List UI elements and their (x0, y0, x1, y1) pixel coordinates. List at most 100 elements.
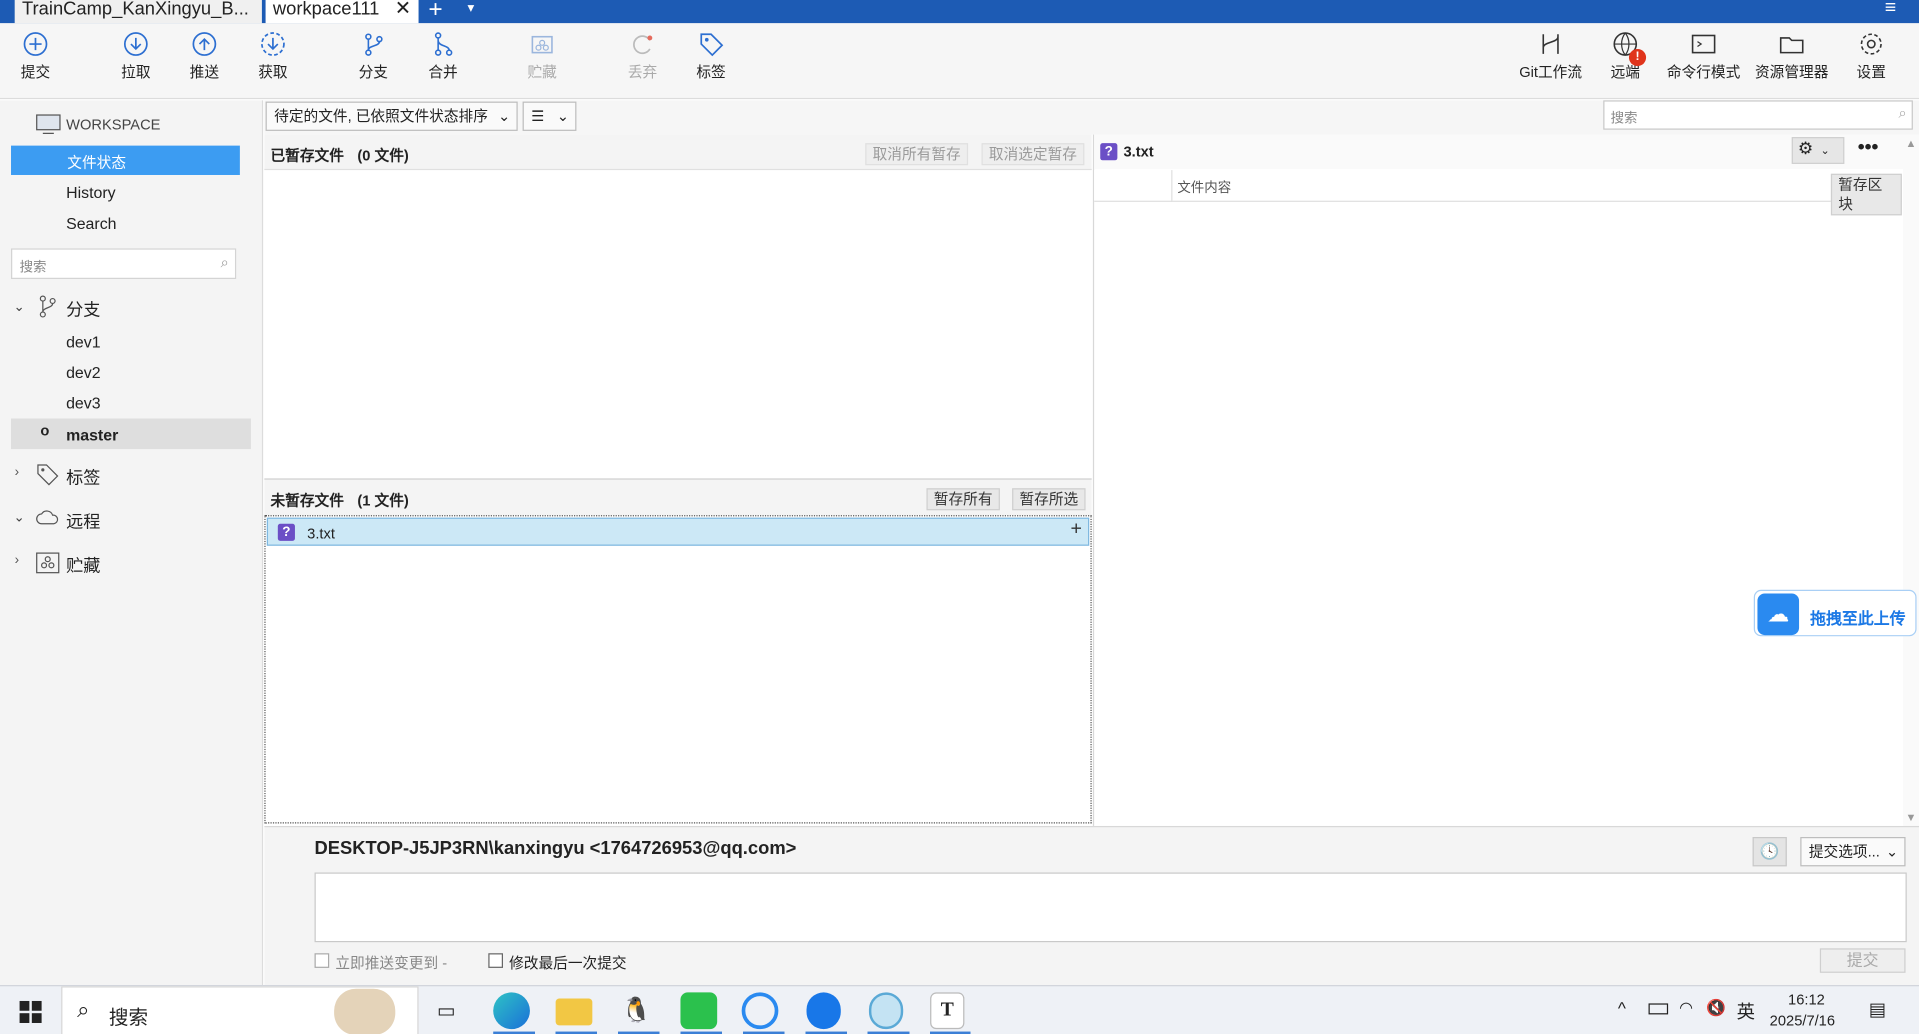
push-now-label: 立即推送变更到 - (335, 954, 448, 972)
explorer-button[interactable]: 资源管理器 (1753, 31, 1831, 82)
tab-repo-2[interactable]: workpace111 ✕ (265, 0, 419, 24)
search-icon: ⌕ (220, 253, 229, 271)
chevron-right-icon[interactable]: › (15, 553, 19, 568)
commit-message-input[interactable] (314, 872, 1907, 943)
branch-master-row[interactable]: o master (11, 418, 251, 450)
maps-icon[interactable] (806, 992, 841, 1030)
qq-icon[interactable]: 🐧 (618, 992, 655, 1029)
typora-icon[interactable]: T (930, 992, 965, 1030)
edge-browser-icon[interactable] (493, 992, 530, 1030)
chat-app-icon[interactable] (741, 992, 779, 1030)
diff-scrollbar[interactable]: ▲ ▼ (1903, 134, 1919, 826)
stage-file-plus-icon[interactable]: + (1070, 519, 1081, 541)
terminal-button[interactable]: 命令行模式 (1664, 31, 1742, 82)
tab-list-chevron-icon[interactable]: ▾ (468, 0, 475, 16)
unstaged-header: 未暂存文件 (1 文件) 暂存所有 暂存所选 (264, 479, 1092, 516)
clock-date[interactable]: 2025/7/16 (1770, 1012, 1835, 1029)
splitter[interactable] (1092, 134, 1095, 826)
tray-chevron-icon[interactable]: ^ (1618, 999, 1626, 1019)
gear-icon (1860, 33, 1882, 55)
tags-section[interactable]: 标签 (66, 465, 100, 489)
unstage-all-button[interactable]: 取消所有暂存 (865, 143, 969, 166)
stash-button[interactable]: 贮藏 (508, 31, 577, 82)
tag-button[interactable]: 标签 (677, 31, 746, 82)
volume-muted-icon[interactable]: 🔇 (1706, 999, 1726, 1019)
pull-button[interactable]: 拉取 (102, 31, 171, 82)
chevron-down-icon[interactable]: ⌄ (13, 299, 24, 315)
unstage-selected-button[interactable]: 取消选定暂存 (981, 143, 1085, 166)
merge-icon (434, 32, 453, 56)
stage-selected-button[interactable]: 暂存所选 (1012, 488, 1086, 511)
diff-options-dropdown[interactable]: ⚙ ⌄ (1791, 137, 1845, 164)
upload-widget[interactable]: ☁ 拖拽至此上传 (1753, 589, 1917, 637)
wechat-icon[interactable] (680, 992, 718, 1030)
view-mode-dropdown[interactable]: ☰ ⌄ (522, 101, 577, 131)
tag-icon (700, 33, 724, 57)
push-now-checkbox[interactable] (314, 953, 330, 968)
file-explorer-icon[interactable] (555, 998, 593, 1026)
remotes-section[interactable]: 远程 (66, 509, 100, 533)
notifications-icon[interactable]: ▤ (1869, 999, 1886, 1021)
commit-author: DESKTOP-J5JP3RN\kanxingyu <1764726953@qq… (314, 838, 797, 860)
menu-icon[interactable]: ≡ (1885, 0, 1896, 20)
wifi-icon[interactable]: ◠ (1679, 999, 1693, 1019)
taskbar-search-box[interactable]: ⌕ 搜索 (61, 986, 419, 1034)
branch-icon (39, 295, 56, 318)
close-icon[interactable]: ✕ (395, 0, 411, 20)
fetch-button[interactable]: 获取 (239, 31, 308, 82)
clock-time[interactable]: 16:12 (1788, 991, 1825, 1008)
clock-icon[interactable]: 🕓 (1752, 836, 1787, 867)
amend-checkbox[interactable] (488, 953, 504, 968)
branch-dev1[interactable]: dev1 (66, 333, 101, 351)
commit-button[interactable]: 提交 (1, 31, 70, 82)
staged-file-list[interactable] (264, 171, 1092, 479)
toolbar: 提交 拉取 推送 获取 分支 合并 贮藏 丢弃 标签 Git工作流 远端 ! 命… (0, 23, 1919, 100)
untracked-file-icon: ? (277, 523, 295, 541)
windows-start-icon[interactable] (19, 1000, 42, 1023)
branch-dev2[interactable]: dev2 (66, 363, 101, 381)
git-flow-icon (1542, 34, 1559, 54)
terminal-icon (1691, 34, 1716, 54)
computer-icon (36, 114, 61, 134)
branch-button[interactable]: 分支 (339, 31, 408, 82)
file-search-input[interactable]: 搜索 ⌕ (1603, 100, 1913, 130)
chevron-down-icon[interactable]: ⌄ (13, 509, 24, 525)
commit-options-dropdown[interactable]: 提交选项... ⌄ (1800, 836, 1906, 867)
discard-button[interactable]: 丢弃 (608, 31, 677, 82)
sort-dropdown[interactable]: 待定的文件, 已依照文件状态排序 ⌄ (265, 101, 518, 131)
pull-icon (123, 32, 148, 56)
ime-indicator[interactable]: 英 (1737, 999, 1755, 1025)
chevron-down-icon: ⌄ (1885, 843, 1899, 861)
sidebar-search-input[interactable]: 搜索 ⌕ (11, 248, 237, 279)
merge-button[interactable]: 合并 (409, 31, 478, 82)
amend-label: 修改最后一次提交 (509, 954, 627, 972)
unstaged-file-list[interactable]: ? 3.txt + (264, 515, 1092, 824)
stage-hunk-button[interactable]: 暂存区块 (1830, 173, 1902, 216)
sidebar-item-history[interactable]: History (66, 184, 116, 202)
diff-header: ? 3.txt ⚙ ⌄ ••• (1094, 134, 1919, 169)
list-item[interactable]: ? 3.txt + (266, 517, 1090, 546)
stashes-section[interactable]: 贮藏 (66, 553, 100, 577)
stash-icon (36, 552, 60, 574)
more-options-icon[interactable]: ••• (1858, 137, 1879, 159)
remote-button[interactable]: 远端 (1591, 31, 1660, 82)
commit-submit-button[interactable]: 提交 (1819, 948, 1906, 973)
settings-button[interactable]: 设置 (1837, 31, 1906, 82)
stage-all-button[interactable]: 暂存所有 (926, 488, 1000, 511)
branches-section[interactable]: 分支 (66, 297, 100, 321)
chevron-right-icon[interactable]: › (15, 465, 19, 480)
chevron-down-icon: ⌄ (556, 107, 570, 125)
tab-repo-1[interactable]: TrainCamp_KanXingyu_B... (14, 0, 262, 24)
app-icon[interactable] (868, 992, 904, 1030)
sidebar-item-search[interactable]: Search (66, 214, 116, 232)
battery-icon[interactable] (1648, 1003, 1669, 1015)
push-button[interactable]: 推送 (170, 31, 239, 82)
add-tab-icon[interactable]: + (428, 0, 442, 24)
branch-icon (365, 33, 383, 56)
untracked-file-icon: ? (1100, 143, 1118, 161)
git-flow-button[interactable]: Git工作流 (1515, 31, 1586, 82)
sidebar-item-file-status[interactable]: 文件状态 (11, 145, 240, 175)
task-view-icon[interactable]: ▭ (437, 999, 456, 1023)
branch-dev3[interactable]: dev3 (66, 394, 101, 412)
push-icon (192, 32, 217, 56)
